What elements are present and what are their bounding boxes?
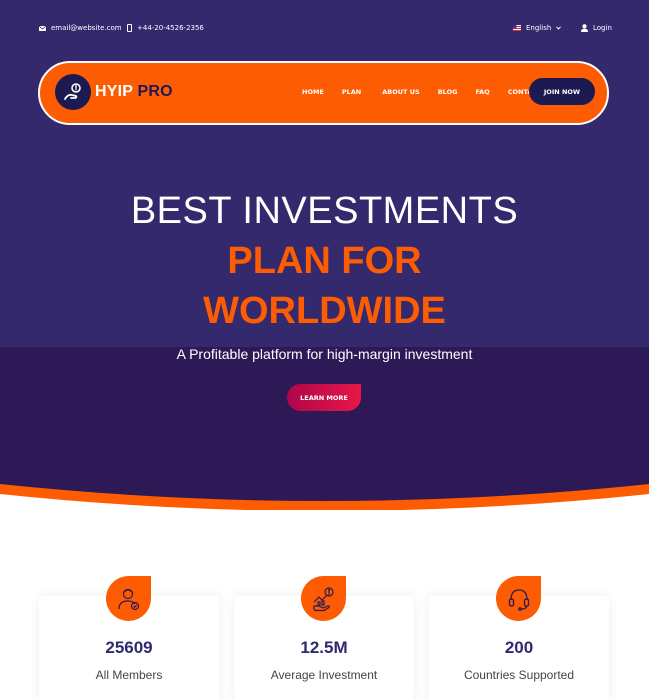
brand-name-part1: HYIP <box>95 83 133 100</box>
brand-logo[interactable]: HYIP PRO <box>55 74 173 110</box>
login-link[interactable]: Login <box>581 24 612 32</box>
envelope-icon <box>39 25 46 31</box>
hero-title-line2: PLAN FOR <box>227 240 422 282</box>
nav-menu: HOME PLAN ABOUT US BLOG FAQ CONTACT <box>302 88 560 96</box>
language-label: English <box>526 24 552 32</box>
nav-blog[interactable]: BLOG <box>438 88 458 96</box>
stat-label: Average Investment <box>270 668 378 682</box>
nav-faq[interactable]: FAQ <box>475 88 489 96</box>
member-icon <box>106 576 151 621</box>
hero-title-line1: BEST INVESTMENTS <box>130 190 519 232</box>
stat-label: All Members <box>95 668 163 682</box>
join-now-button[interactable]: JOIN NOW <box>529 78 595 105</box>
top-bar: email@website.com +44-20-4526-2356 Engli… <box>0 0 649 56</box>
topbar-email[interactable]: email@website.com <box>39 24 122 32</box>
topbar-phone[interactable]: +44-20-4526-2356 <box>127 24 204 32</box>
login-label: Login <box>593 24 612 32</box>
stat-value: 200 <box>504 638 534 657</box>
language-selector[interactable]: English <box>513 24 562 32</box>
brand-name: HYIP PRO <box>95 83 173 101</box>
hero-curve-divider <box>0 484 649 510</box>
stat-label: Countries Supported <box>463 668 575 682</box>
stat-value: 25609 <box>105 638 153 657</box>
logo-hand-coin-icon <box>55 74 91 110</box>
brand-name-part2: PRO <box>137 83 173 100</box>
headset-icon <box>496 576 541 621</box>
nav-plan[interactable]: PLAN <box>342 88 361 96</box>
chevron-down-icon <box>556 26 562 30</box>
learn-more-button[interactable]: LEARN MORE <box>287 384 361 411</box>
stat-value: 12.5M <box>300 638 348 657</box>
hero-section: email@website.com +44-20-4526-2356 Engli… <box>0 0 649 510</box>
stat-card-investment: 12.5M Average Investment <box>234 576 414 699</box>
investment-icon <box>301 576 346 621</box>
phone-icon <box>127 24 132 32</box>
user-icon <box>581 24 588 32</box>
nav-about-us[interactable]: ABOUT US <box>382 88 419 96</box>
nav-home[interactable]: HOME <box>302 88 324 96</box>
hero-subtitle: A Profitable platform for high-margin in… <box>176 346 473 362</box>
email-text: email@website.com <box>51 24 122 32</box>
stat-card-members: 25609 All Members <box>39 576 219 699</box>
phone-text: +44-20-4526-2356 <box>137 24 204 32</box>
stat-card-countries: 200 Countries Supported <box>429 576 609 699</box>
main-navbar: HYIP PRO HOME PLAN ABOUT US BLOG FAQ CON… <box>38 61 609 125</box>
hero-title-line3: WORLDWIDE <box>203 290 446 332</box>
us-flag-icon <box>513 25 521 31</box>
